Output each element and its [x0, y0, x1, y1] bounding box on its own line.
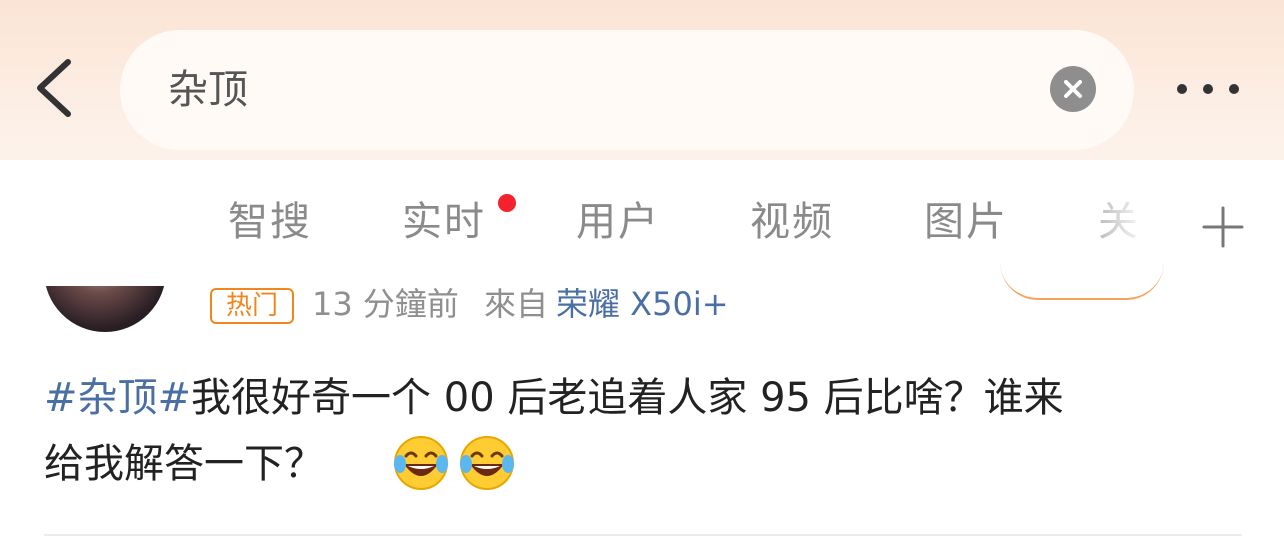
notification-dot: [498, 194, 516, 212]
tab-smart-search[interactable]: 智搜: [228, 194, 312, 250]
post-body-text: 我很好奇一个 00 后老追着人家 95 后比啥？谁来: [191, 375, 1064, 421]
decorative-arc: [1000, 262, 1164, 300]
tab-bar-mask: [0, 200, 220, 286]
post-text-line-2: 给我解答一下？: [44, 434, 324, 494]
post-source-label: 來自: [484, 285, 549, 323]
tab-videos[interactable]: 视频: [750, 194, 834, 250]
clear-icon: [1064, 80, 1082, 98]
post-body-text-2: 给我解答一下？: [44, 441, 324, 487]
search-input[interactable]: 杂顶: [120, 30, 1134, 150]
post-time: 13 分鐘前: [312, 285, 459, 323]
tab-users[interactable]: 用户: [576, 194, 660, 250]
post-text-line-1: #杂顶#我很好奇一个 00 后老追着人家 95 后比啥？谁来: [44, 368, 1064, 428]
post-divider: [44, 534, 1242, 536]
more-button[interactable]: [1168, 74, 1252, 104]
more-icon: [1177, 84, 1239, 94]
tab-images[interactable]: 图片: [924, 194, 1008, 250]
search-query-text: 杂顶: [168, 67, 248, 113]
plus-icon: [1202, 206, 1244, 248]
laughing-tears-emoji: [460, 436, 514, 490]
back-chevron-icon: [37, 59, 71, 117]
tab-realtime[interactable]: 实时: [402, 194, 486, 250]
top-bar: 杂顶: [0, 0, 1284, 160]
laughing-tears-emoji: [394, 436, 448, 490]
hashtag-link[interactable]: #杂顶#: [44, 375, 191, 421]
add-tab-button[interactable]: [1200, 204, 1246, 250]
back-button[interactable]: [28, 52, 88, 124]
post-device-link[interactable]: 荣耀 X50i+: [556, 282, 729, 326]
clear-search-button[interactable]: [1050, 66, 1096, 112]
hot-badge: 热门: [210, 288, 294, 324]
